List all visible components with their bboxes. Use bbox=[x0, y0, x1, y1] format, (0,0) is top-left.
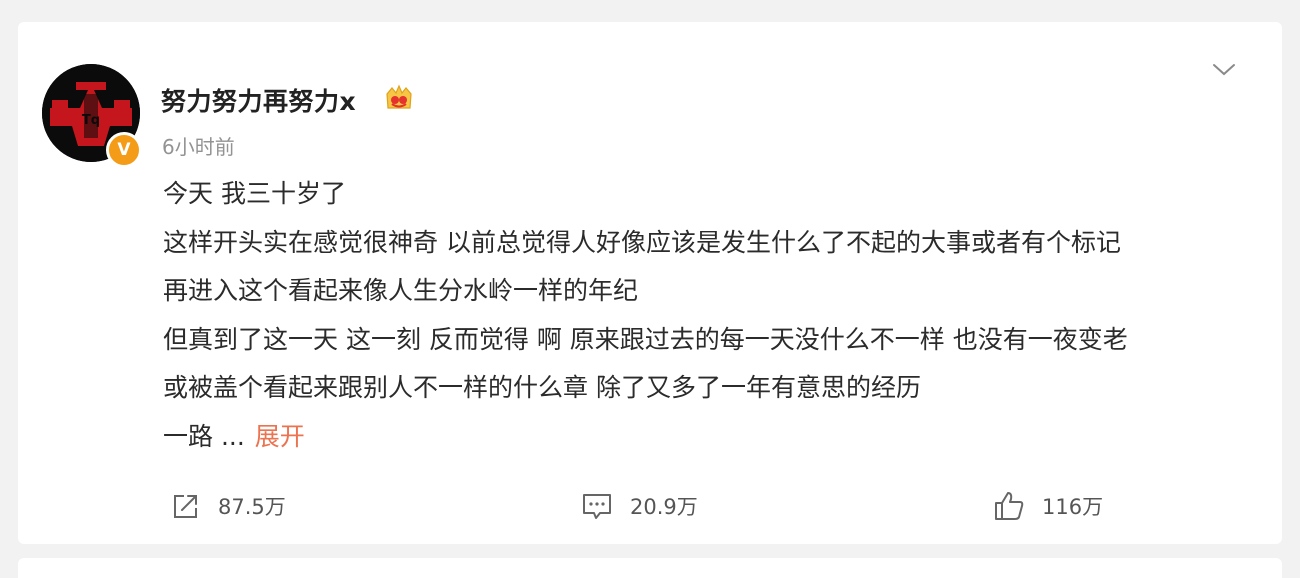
share-button[interactable]: 87.5万 bbox=[170, 488, 286, 524]
verified-mark: V bbox=[117, 140, 131, 160]
post-line-truncated: 一路 ... bbox=[163, 421, 245, 451]
comment-button[interactable]: 20.9万 bbox=[580, 488, 698, 524]
expand-link[interactable]: 展开 bbox=[255, 422, 305, 451]
post-line: 今天 我三十岁了 bbox=[163, 179, 346, 208]
avatar-text: Tq bbox=[82, 113, 100, 128]
verified-icon: V bbox=[106, 132, 142, 168]
like-icon bbox=[995, 492, 1024, 520]
share-icon bbox=[174, 495, 197, 518]
post-line-last: 一路 ... 展开 bbox=[163, 413, 1263, 462]
user-name[interactable]: 努力努力再努力x bbox=[161, 82, 356, 118]
post-line: 再进入这个看起来像人生分水岭一样的年纪 bbox=[163, 276, 639, 305]
vip-crown-icon[interactable] bbox=[383, 82, 415, 114]
post-line: 这样开头实在感觉很神奇 以前总觉得人好像应该是发生什么了不起的大事或者有个标记 bbox=[163, 227, 1121, 257]
comment-count: 20.9万 bbox=[630, 495, 698, 519]
post-time[interactable]: 6小时前 bbox=[162, 131, 235, 160]
share-count: 87.5万 bbox=[218, 495, 286, 519]
like-count: 116万 bbox=[1042, 495, 1104, 519]
comment-icon bbox=[583, 494, 611, 519]
post-content: 今天 我三十岁了 这样开头实在感觉很神奇 以前总觉得人好像应该是发生什么了不起的… bbox=[163, 170, 1263, 461]
post-line: 或被盖个看起来跟别人不一样的什么章 除了又多了一年有意思的经历 bbox=[163, 373, 921, 402]
post-line: 但真到了这一天 这一刻 反而觉得 啊 原来跟过去的每一天没什么不一样 也没有一夜… bbox=[163, 324, 1128, 354]
post-card: Tq V 努力努力再努力x 6小时前 今天 我三十岁了 这样开头实在感觉很神奇 … bbox=[18, 22, 1282, 544]
chevron-down-icon[interactable] bbox=[1210, 58, 1238, 80]
like-button[interactable]: 116万 bbox=[992, 488, 1103, 524]
next-card-edge bbox=[18, 558, 1282, 578]
